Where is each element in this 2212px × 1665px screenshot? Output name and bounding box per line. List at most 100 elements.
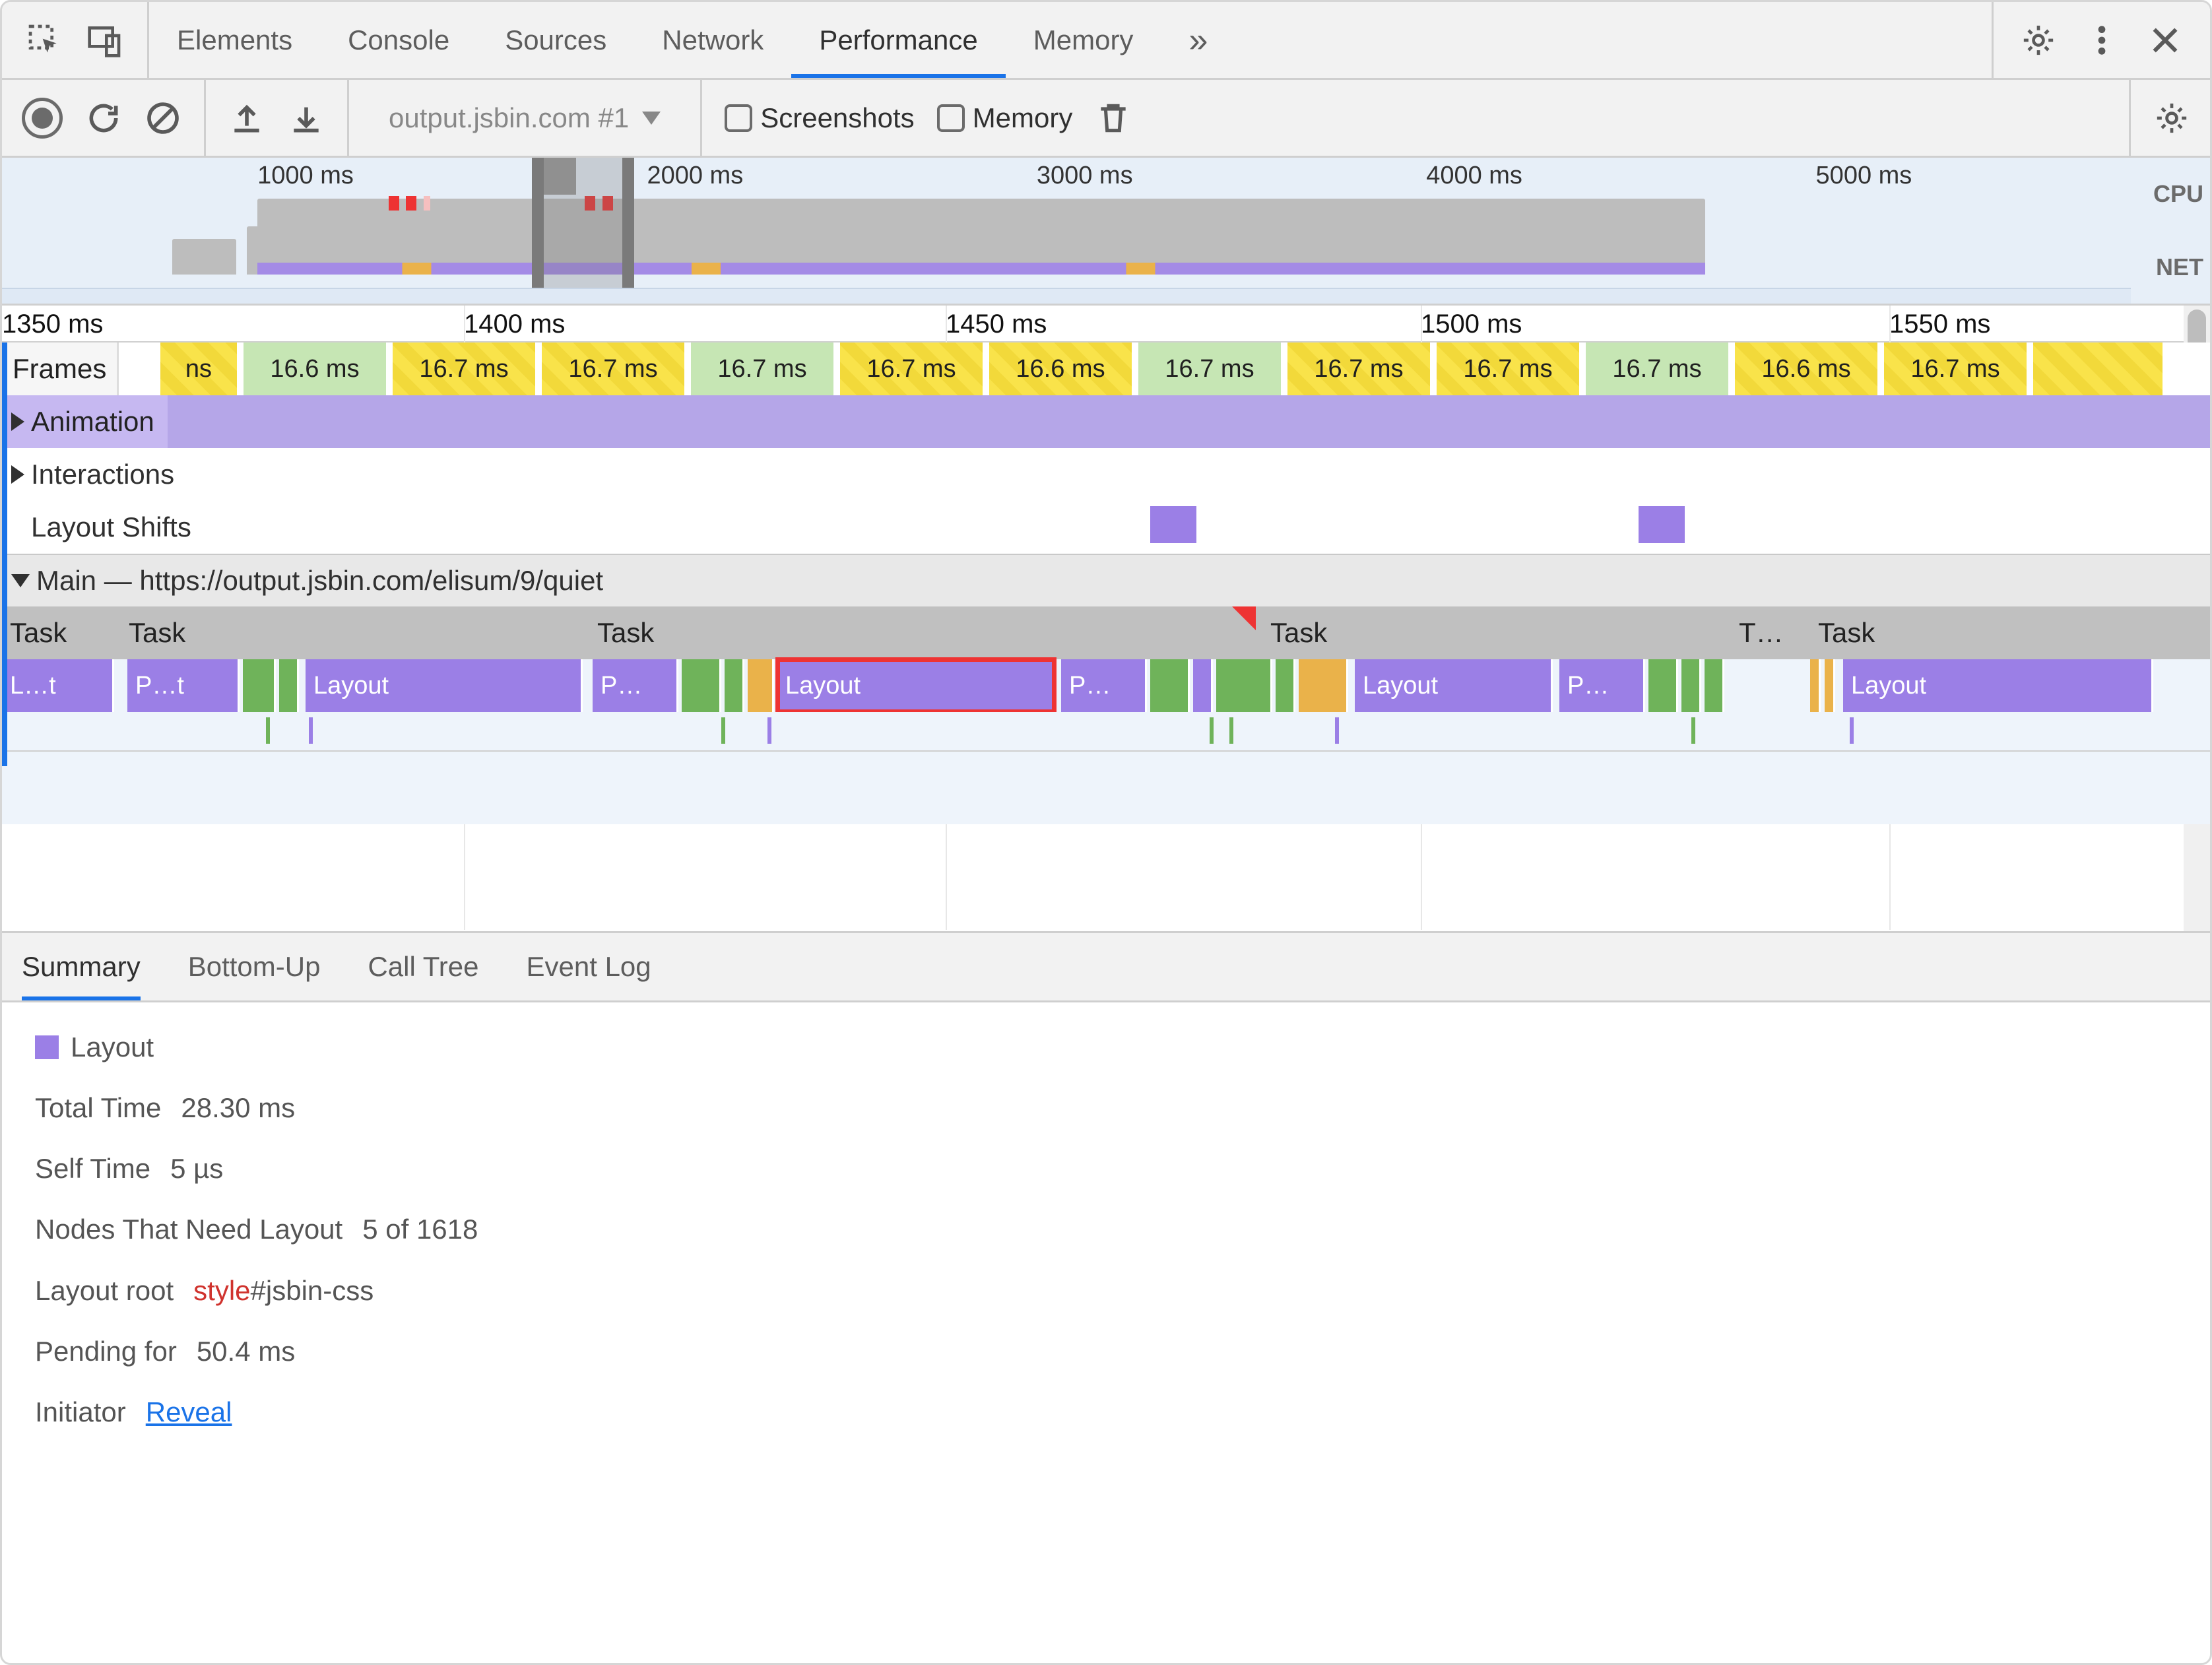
frame-segment[interactable] [2033, 343, 2165, 395]
viewport-handle-left[interactable] [532, 158, 544, 304]
gear-icon[interactable] [2020, 22, 2057, 59]
flame-block[interactable]: Layout [1843, 659, 2153, 712]
tab-memory[interactable]: Memory [1006, 2, 1161, 78]
summary-value[interactable]: style#jsbin-css [193, 1274, 374, 1307]
frame-segment[interactable]: 16.6 ms [1735, 343, 1880, 395]
screenshots-checkbox[interactable]: Screenshots [725, 102, 914, 134]
summary-key: Self Time [35, 1153, 150, 1185]
devtools-window: ElementsConsoleSourcesNetworkPerformance… [0, 0, 2212, 1665]
task-block[interactable]: Task [1262, 606, 1724, 659]
flame-block[interactable]: Layout [1355, 659, 1553, 712]
flame-block[interactable] [1705, 659, 1724, 712]
flame-block[interactable] [279, 659, 299, 712]
flame-block[interactable]: P… [1559, 659, 1645, 712]
flame-block[interactable] [1150, 659, 1190, 712]
tab-performance[interactable]: Performance [791, 2, 1005, 78]
kebab-menu-icon[interactable] [2083, 22, 2120, 59]
tab-network[interactable]: Network [634, 2, 791, 78]
summary-key: Layout root [35, 1275, 174, 1307]
frame-segment[interactable]: 16.7 ms [1586, 343, 1731, 395]
frame-segment[interactable]: 16.7 ms [542, 343, 687, 395]
collapse-icon[interactable] [11, 574, 30, 587]
net-label: NET [2156, 253, 2203, 281]
flame-block[interactable] [1276, 659, 1295, 712]
flame-block[interactable] [1681, 659, 1701, 712]
flame-block[interactable]: P… [593, 659, 678, 712]
flame-block[interactable] [725, 659, 744, 712]
device-toolbar-icon[interactable] [86, 22, 123, 59]
task-block[interactable]: T… [1731, 606, 1804, 659]
task-block[interactable]: Task [2, 606, 114, 659]
frame-segment[interactable]: 16.7 ms [1884, 343, 2029, 395]
flame-block[interactable] [1216, 659, 1272, 712]
animation-track[interactable]: Animation [2, 395, 2210, 448]
flame-block[interactable]: P… [1061, 659, 1147, 712]
download-icon[interactable] [288, 100, 325, 137]
frame-segment[interactable]: 16.6 ms [244, 343, 389, 395]
target-select[interactable]: output.jsbin.com #1 [372, 102, 678, 134]
layout-shift-block[interactable] [1639, 506, 1685, 543]
frame-segment[interactable]: 16.7 ms [1437, 343, 1582, 395]
flame-block[interactable]: L…t [2, 659, 114, 712]
tab-console[interactable]: Console [320, 2, 477, 78]
details-tab-event-log[interactable]: Event Log [527, 933, 651, 1000]
flame-block[interactable]: P…t [127, 659, 240, 712]
long-task-marker [424, 196, 430, 211]
expand-icon[interactable] [11, 465, 24, 484]
upload-icon[interactable] [228, 100, 265, 137]
flame-block[interactable] [1299, 659, 1348, 712]
flame-block[interactable] [1648, 659, 1678, 712]
frame-segment[interactable]: 16.7 ms [1287, 343, 1433, 395]
layout-shifts-track[interactable]: Layout Shifts [2, 501, 2210, 554]
task-block[interactable]: Task [1810, 606, 2153, 659]
main-thread-header[interactable]: Main — https://output.jsbin.com/elisum/9… [2, 554, 2210, 606]
flame-block-selected[interactable]: Layout [777, 659, 1055, 712]
reload-icon[interactable] [85, 100, 122, 137]
flame-chart[interactable]: 1350 ms1400 ms1450 ms1500 ms1550 ms Fram… [2, 306, 2210, 931]
frame-segment[interactable]: 16.6 ms [989, 343, 1134, 395]
tab-sources[interactable]: Sources [477, 2, 634, 78]
overview-timeline[interactable]: 1000 ms2000 ms3000 ms4000 ms5000 ms CPU … [2, 158, 2210, 306]
summary-key: Pending for [35, 1336, 177, 1367]
details-tab-summary[interactable]: Summary [22, 933, 141, 1000]
task-block[interactable]: Task [589, 606, 1256, 659]
clear-icon[interactable] [145, 100, 181, 137]
flame-block[interactable] [682, 659, 721, 712]
frame-segment[interactable]: 16.7 ms [1138, 343, 1284, 395]
viewport-handle-right[interactable] [622, 158, 634, 304]
frame-segment[interactable]: 16.7 ms [393, 343, 538, 395]
details-tab-bottom-up[interactable]: Bottom-Up [188, 933, 321, 1000]
frame-segment[interactable]: ns [160, 343, 240, 395]
flame-row-1[interactable]: L…t P…t Layout P… Layout P… Layout P… La… [2, 659, 2210, 712]
interactions-track[interactable]: Interactions [2, 448, 2210, 501]
frames-track[interactable]: Frames ns16.6 ms16.7 ms16.7 ms16.7 ms16.… [2, 343, 2210, 395]
track-label: Animation [31, 406, 154, 438]
reveal-link[interactable]: Reveal [146, 1396, 232, 1428]
tab-elements[interactable]: Elements [149, 2, 320, 78]
more-tabs-button[interactable]: » [1161, 2, 1235, 78]
frame-segment[interactable]: 16.7 ms [840, 343, 985, 395]
flame-block[interactable] [1810, 659, 1821, 712]
flame-block[interactable] [243, 659, 276, 712]
overview-tick: 4000 ms [1426, 162, 1522, 190]
flame-block[interactable]: Layout [306, 659, 583, 712]
inspect-element-icon[interactable] [26, 22, 63, 59]
frame-segment[interactable]: 16.7 ms [691, 343, 836, 395]
memory-checkbox[interactable]: Memory [937, 102, 1073, 134]
flame-block[interactable] [1825, 659, 1835, 712]
trash-icon[interactable] [1095, 100, 1132, 137]
tasks-row[interactable]: Task Task Task Task T… Task [2, 606, 2210, 659]
task-block[interactable]: Task [121, 606, 583, 659]
expand-icon[interactable] [11, 412, 24, 431]
track-url: https://output.jsbin.com/elisum/9/quiet [139, 565, 603, 597]
details-tab-call-tree[interactable]: Call Tree [368, 933, 478, 1000]
checkbox-box [725, 104, 752, 132]
flame-block[interactable] [748, 659, 774, 712]
inspect-tools [2, 2, 149, 78]
record-button[interactable] [22, 98, 63, 139]
flame-block[interactable] [1193, 659, 1213, 712]
gear-icon[interactable] [2153, 100, 2190, 137]
details-tabstrip: Summary Bottom-Up Call Tree Event Log [2, 931, 2210, 1002]
layout-shift-block[interactable] [1150, 506, 1196, 543]
close-icon[interactable] [2147, 22, 2184, 59]
